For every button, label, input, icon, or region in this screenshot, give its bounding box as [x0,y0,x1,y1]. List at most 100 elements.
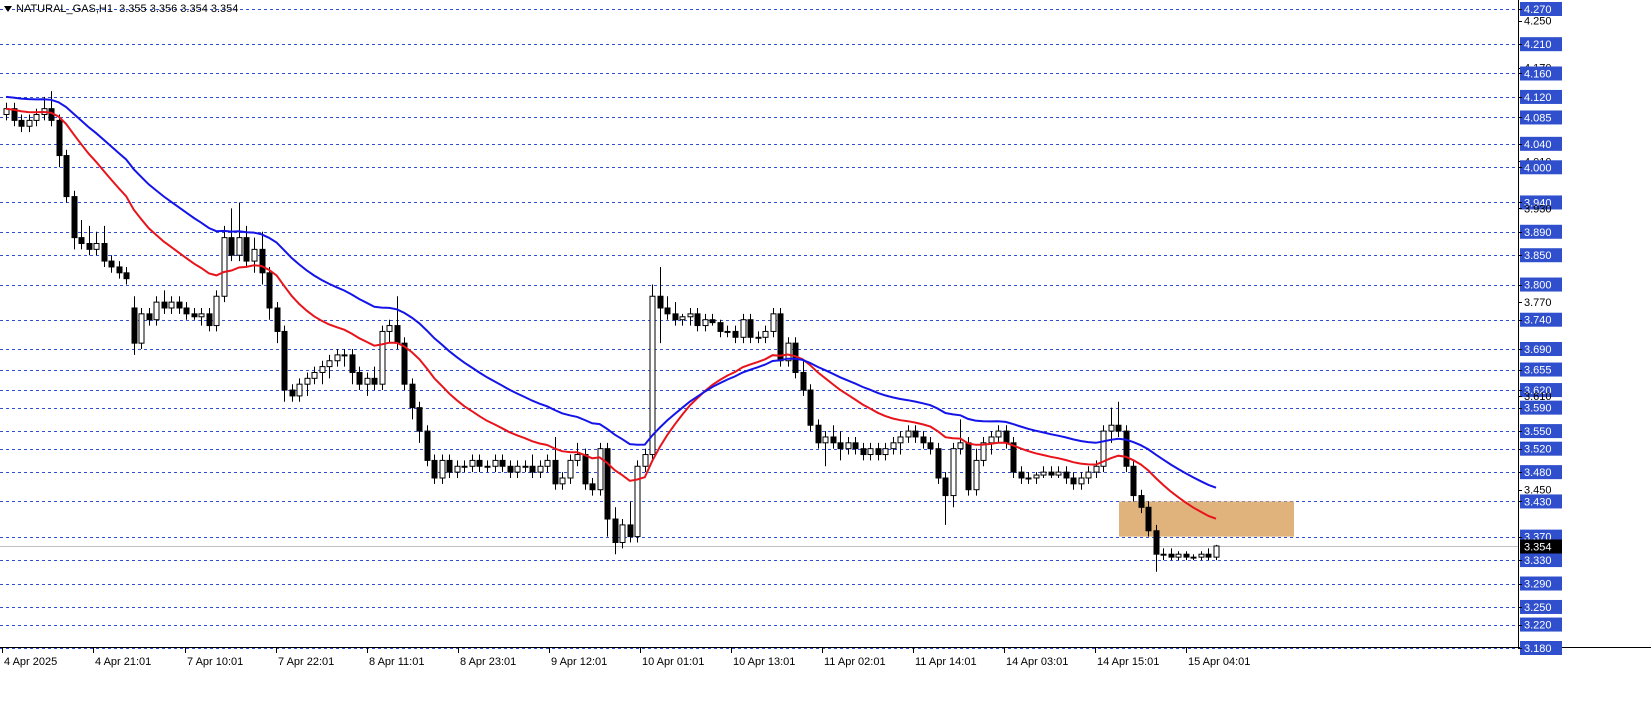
candle-body [499,459,506,467]
candle-body [296,383,303,397]
candle-body [770,313,777,332]
price-chart[interactable]: 4.2704.2504.2104.1704.1604.1204.0854.040… [0,0,1651,707]
candle-body [920,436,927,444]
candle-body [78,237,85,244]
time-tick-label: 4 Apr 2025 [4,656,57,668]
candle-body [1153,530,1160,555]
time-tick-label: 14 Apr 15:01 [1097,656,1159,668]
price-level-label: 3.330 [1524,555,1552,567]
candle-body [912,430,919,438]
candle-body [108,260,115,268]
candle-body [740,319,747,338]
price-level-label: 3.520 [1524,444,1552,456]
price-level-label: 4.160 [1524,68,1552,80]
candle-body [574,454,581,461]
price-level-label: 4.000 [1524,162,1552,174]
candle-body [709,319,716,324]
candle-body [259,248,266,274]
price-tick-label: 4.250 [1524,16,1552,28]
candle-body [732,330,739,338]
candle-body [852,442,859,450]
candle-body [927,442,934,450]
candle-body [274,307,281,332]
candle-body [161,301,168,309]
candle-body [146,313,153,321]
dropdown-triangle-icon[interactable] [4,6,12,13]
candle-body [153,301,160,321]
candle-body [529,465,536,473]
candle-body [837,442,844,450]
candle-body [694,313,701,327]
time-tick-label: 14 Apr 03:01 [1006,656,1068,668]
candle-body [589,483,596,491]
time-tick-label: 7 Apr 10:01 [187,656,243,668]
candle-body [356,371,363,385]
candle-body [1018,471,1025,479]
candle-body [702,319,709,327]
candle-body [522,465,529,468]
candle-body [942,477,949,497]
price-level-label: 3.250 [1524,602,1552,614]
candle-body [18,119,25,127]
candle-body [1190,556,1197,559]
candle-body [1198,553,1205,558]
candle-body [649,295,656,456]
candle-body [867,448,874,456]
price-level-label: 3.690 [1524,344,1552,356]
candle-body [289,389,296,397]
price-level-label: 3.800 [1524,280,1552,292]
candle-body [439,459,446,479]
candle-body [101,242,108,262]
candle-body [116,266,123,274]
candle-body [183,307,190,315]
candle-body [123,272,130,280]
candle-body [634,465,641,538]
candle-body [890,442,897,450]
candle-body [416,407,423,432]
candle-body [213,295,220,327]
time-tick-label: 11 Apr 14:01 [915,656,977,668]
price-tick-label: 3.770 [1524,297,1552,309]
candle-body [755,336,762,339]
price-level-label: 3.550 [1524,426,1552,438]
candle-body [777,313,784,362]
price-level-label: 3.290 [1524,579,1552,591]
candle-body [597,448,604,491]
candle-body [176,301,183,309]
candle-body [206,313,213,327]
candle-body [1085,471,1092,479]
candle-body [26,119,33,127]
candle-body [1048,471,1055,476]
candle-body [935,448,942,479]
price-tick-label: 3.930 [1524,203,1552,215]
candle-body [552,459,559,485]
price-level-label: 3.655 [1524,365,1552,377]
candle-body [830,436,837,444]
candle-body [1063,471,1070,479]
candle-body [657,295,664,309]
candle-body [228,237,235,256]
candle-body [965,442,972,491]
candle-body [251,248,258,262]
candle-body [424,430,431,461]
candle-body [1055,471,1062,476]
candle-body [950,448,957,497]
price-level-label: 3.850 [1524,250,1552,262]
candle-body [1070,477,1077,485]
price-level-label: 4.210 [1524,39,1552,51]
time-tick-label: 4 Apr 21:01 [95,656,151,668]
candle-body [401,342,408,385]
candle-body [484,465,491,468]
candle-body [905,430,912,438]
candle-body [1175,553,1182,558]
candle-body [326,360,333,368]
time-tick-label: 11 Apr 02:01 [824,656,886,668]
candle-body [717,322,724,332]
price-level-label: 3.220 [1524,620,1552,632]
candle-body [281,330,288,391]
candle-body [762,330,769,338]
candle-body [687,313,694,318]
candle-body [349,354,356,373]
candle-body [221,237,228,297]
candle-body [567,459,574,479]
